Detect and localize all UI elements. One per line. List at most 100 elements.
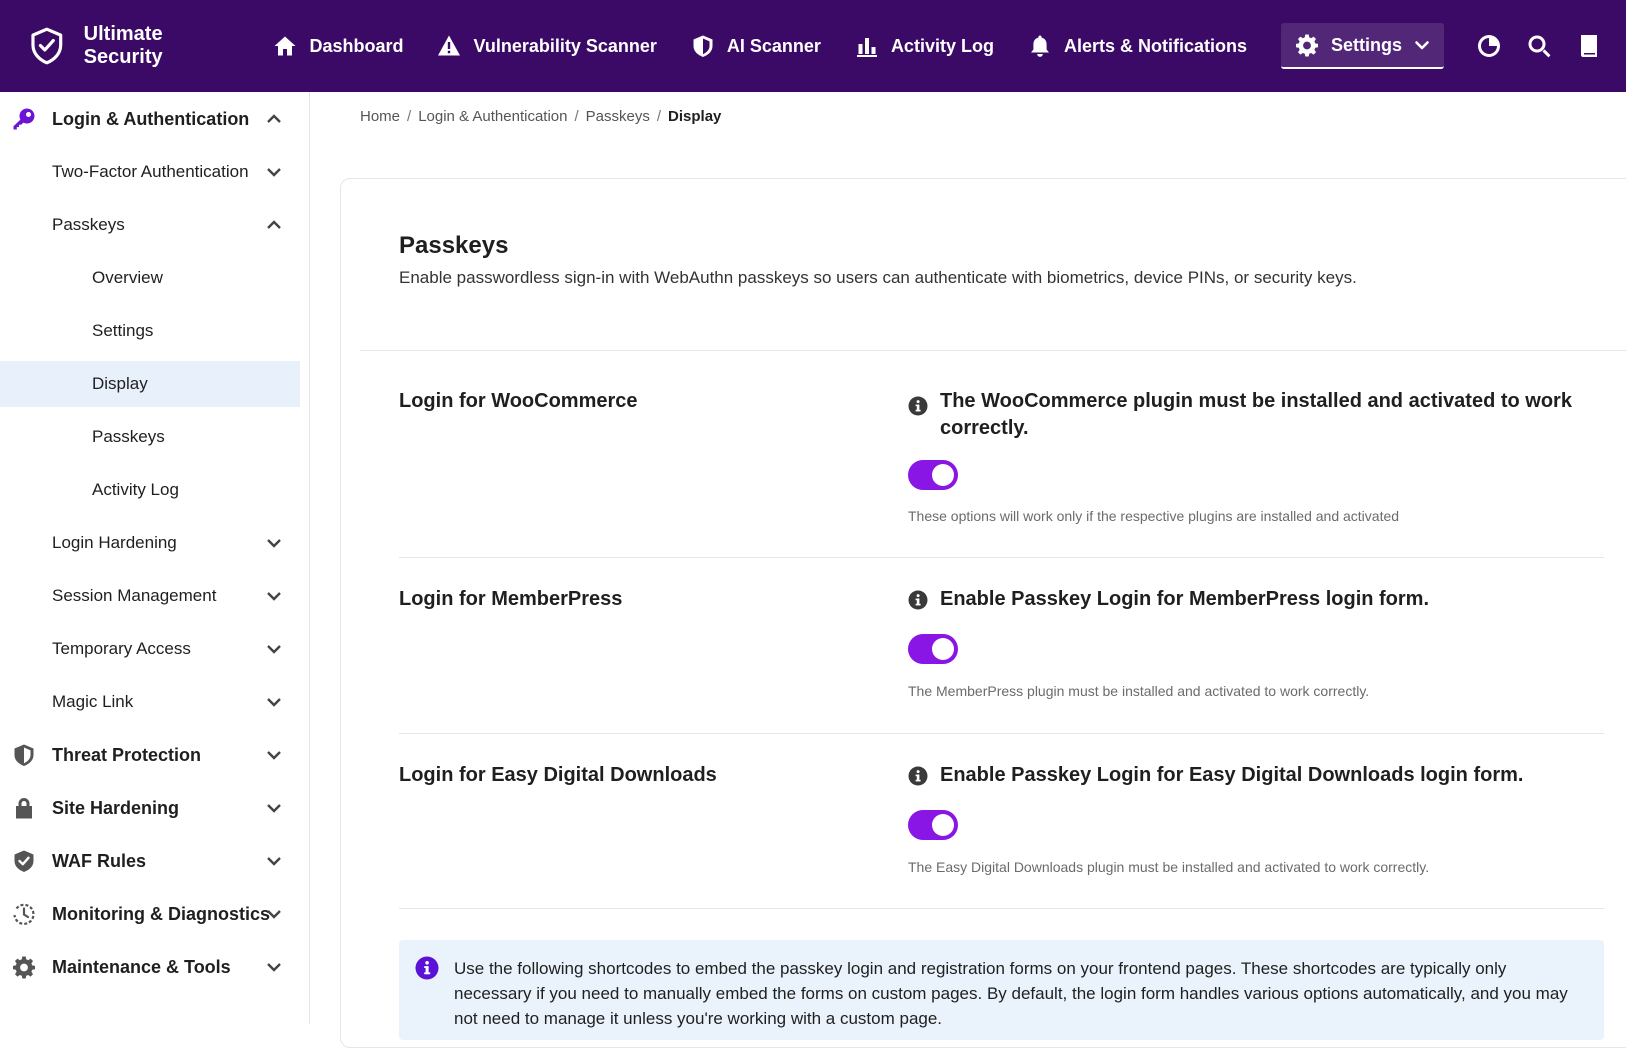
sidebar-item-settings[interactable]: Settings [0, 308, 300, 354]
chevron-down-icon[interactable] [264, 745, 284, 765]
breadcrumb: Home / Login & Authentication / Passkeys… [360, 108, 721, 125]
sidebar-item-label: Display [92, 374, 148, 393]
sidebar-item-temporary-access[interactable]: Temporary Access [0, 626, 300, 672]
option-heading-edd: Enable Passkey Login for Easy Digital Do… [908, 762, 1588, 789]
option-hint-memberpress: The MemberPress plugin must be installed… [908, 683, 1370, 699]
toggle-knob [932, 638, 954, 660]
book-icon[interactable] [1576, 33, 1602, 59]
sidebar-item-label: WAF Rules [52, 850, 147, 871]
option-heading-memberpress: Enable Passkey Login for MemberPress log… [908, 586, 1588, 613]
lock-icon [12, 796, 36, 820]
home-icon [274, 36, 296, 56]
sidebar-item-passkeys-list[interactable]: Passkeys [0, 414, 300, 460]
info-icon [908, 766, 928, 786]
sidebar-item-site-hardening[interactable]: Site Hardening [0, 785, 300, 831]
brand[interactable]: Ultimate Security [0, 0, 245, 92]
bell-icon [1030, 35, 1049, 57]
breadcrumb-separator: / [407, 108, 412, 125]
shield-check-logo-icon [31, 27, 63, 65]
divider [399, 557, 1604, 558]
chevron-down-icon[interactable] [264, 904, 284, 924]
sidebar-item-monitoring-diagnostics[interactable]: Monitoring & Diagnostics [0, 891, 300, 937]
sidebar-item-label: Temporary Access [52, 639, 191, 658]
sidebar-item-waf-rules[interactable]: WAF Rules [0, 838, 300, 884]
notice-text: Use the following shortcodes to embed th… [454, 959, 1568, 1028]
nav-label: Activity Log [890, 35, 994, 56]
nav-activity-log[interactable]: Activity Log [855, 34, 994, 58]
option-heading-text: Enable Passkey Login for MemberPress log… [940, 588, 1430, 610]
app-name: Ultimate Security [83, 23, 163, 68]
sidebar-item-label: Two-Factor Authentication [52, 162, 249, 181]
nav-label: Dashboard [309, 35, 404, 56]
nav-alerts-notifications[interactable]: Alerts & Notifications [1028, 34, 1247, 58]
divider [399, 733, 1604, 734]
chevron-down-icon [1415, 41, 1429, 50]
sidebar-item-label: Activity Log [92, 480, 179, 499]
nav-settings[interactable]: Settings [1280, 23, 1444, 69]
gear-icon [12, 955, 36, 979]
chevron-down-icon[interactable] [264, 798, 284, 818]
breadcrumb-separator: / [574, 108, 579, 125]
breadcrumb-separator: / [656, 108, 662, 125]
chevron-up-icon[interactable] [264, 109, 284, 129]
info-icon [415, 956, 439, 980]
sidebar-item-login-hardening[interactable]: Login Hardening [0, 520, 300, 566]
sidebar-item-activity-log[interactable]: Activity Log [0, 467, 300, 513]
info-icon [908, 590, 928, 610]
info-icon [908, 396, 928, 416]
option-heading-text: The WooCommerce plugin must be installed… [940, 390, 1572, 439]
divider [399, 908, 1604, 909]
sidebar-item-display[interactable]: Display [0, 361, 300, 407]
option-label-woocommerce: Login for WooCommerce [399, 390, 638, 412]
memberpress-toggle[interactable] [908, 634, 958, 664]
breadcrumb-parent[interactable]: Passkeys [586, 108, 650, 125]
sidebar-item-label: Threat Protection [52, 744, 202, 765]
divider [360, 350, 1626, 351]
sidebar-item-label: Site Hardening [52, 797, 180, 818]
sidebar-item-login-authentication[interactable]: Login & Authentication [0, 96, 300, 142]
nav-dashboard[interactable]: Dashboard [273, 34, 403, 58]
sidebar-item-overview[interactable]: Overview [0, 255, 300, 301]
sidebar-item-label: Login Hardening [52, 533, 177, 552]
nav-ai-scanner[interactable]: AI Scanner [691, 34, 821, 58]
nav-label: Vulnerability Scanner [473, 35, 657, 56]
sidebar-item-maintenance-tools[interactable]: Maintenance & Tools [0, 944, 300, 990]
sidebar-item-magic-link[interactable]: Magic Link [0, 679, 300, 725]
nav-label: AI Scanner [726, 35, 821, 56]
nav-label: Alerts & Notifications [1063, 35, 1247, 56]
chevron-up-icon[interactable] [264, 215, 284, 235]
edd-toggle[interactable] [908, 810, 958, 840]
option-heading-woocommerce: The WooCommerce plugin must be installed… [908, 388, 1588, 442]
sidebar-item-label: Monitoring & Diagnostics [52, 903, 270, 924]
top-navigation-bar: Ultimate Security Dashboard Vulnerabilit… [0, 0, 1626, 92]
search-icon[interactable] [1526, 33, 1552, 59]
page-title: Passkeys [399, 232, 509, 259]
theme-toggle-icon[interactable] [1476, 33, 1502, 59]
toggle-knob [932, 464, 954, 486]
chevron-down-icon[interactable] [264, 692, 284, 712]
breadcrumb-section[interactable]: Login & Authentication [418, 108, 567, 125]
shield-icon [693, 35, 713, 57]
chevron-down-icon[interactable] [264, 586, 284, 606]
chevron-down-icon[interactable] [264, 162, 284, 182]
chevron-down-icon[interactable] [264, 533, 284, 553]
woocommerce-toggle[interactable] [908, 460, 958, 490]
sidebar-item-passkeys[interactable]: Passkeys [0, 202, 300, 248]
main-nav: Dashboard Vulnerability Scanner AI Scann… [273, 0, 1466, 92]
shortcodes-notice: Use the following shortcodes to embed th… [399, 940, 1604, 1040]
chevron-down-icon[interactable] [264, 851, 284, 871]
history-icon [12, 902, 36, 926]
shield-check-icon [12, 849, 36, 873]
gear-icon [1295, 34, 1318, 57]
toggle-knob [932, 814, 954, 836]
sidebar-item-label: Login & Authentication [52, 108, 250, 129]
breadcrumb-current: Display [668, 108, 722, 125]
chevron-down-icon[interactable] [264, 957, 284, 977]
sidebar-item-threat-protection[interactable]: Threat Protection [0, 732, 300, 778]
sidebar-item-label: Overview [92, 268, 163, 287]
sidebar-item-two-factor-authentication[interactable]: Two-Factor Authentication [0, 149, 300, 195]
chevron-down-icon[interactable] [264, 639, 284, 659]
nav-vulnerability-scanner[interactable]: Vulnerability Scanner [437, 34, 657, 58]
sidebar-item-session-management[interactable]: Session Management [0, 573, 300, 619]
breadcrumb-home[interactable]: Home [360, 108, 400, 125]
